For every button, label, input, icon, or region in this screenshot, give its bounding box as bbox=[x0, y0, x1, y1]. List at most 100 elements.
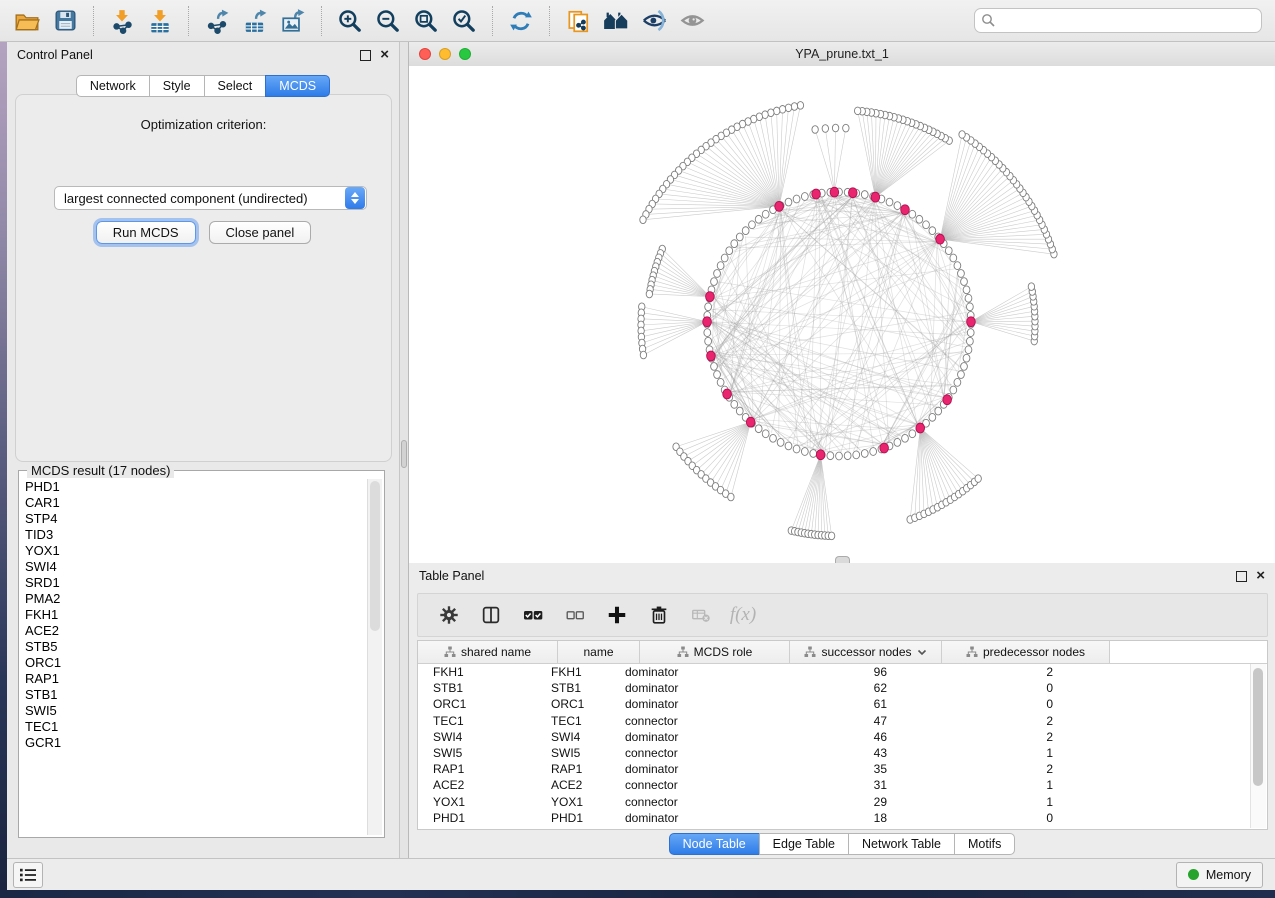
tab-style[interactable]: Style bbox=[149, 75, 205, 97]
mcds-list-scrollbar[interactable] bbox=[367, 479, 382, 835]
run-mcds-button[interactable]: Run MCDS bbox=[96, 221, 196, 244]
close-panel-button[interactable]: Close panel bbox=[209, 221, 312, 244]
zoom-fit-button[interactable] bbox=[407, 5, 445, 37]
tab-network-table[interactable]: Network Table bbox=[848, 833, 955, 855]
function-builder-button[interactable]: f(x) bbox=[730, 602, 756, 628]
select-all-button[interactable] bbox=[520, 602, 546, 628]
table-row[interactable]: STB1STB1dominator620 bbox=[418, 680, 1267, 696]
eye-icon bbox=[679, 7, 706, 34]
column-header-shared-name[interactable]: shared name bbox=[418, 641, 558, 663]
import-table-button[interactable] bbox=[141, 5, 179, 37]
table-cell: ORC1 bbox=[418, 697, 543, 711]
mcds-result-item[interactable]: TID3 bbox=[25, 527, 367, 543]
table-panel-title: Table Panel bbox=[419, 569, 484, 583]
float-panel-icon[interactable] bbox=[360, 50, 371, 61]
mcds-result-item[interactable]: STB1 bbox=[25, 687, 367, 703]
mcds-result-item[interactable]: TEC1 bbox=[25, 719, 367, 735]
mcds-result-item[interactable]: STB5 bbox=[25, 639, 367, 655]
add-column-button[interactable] bbox=[604, 602, 630, 628]
control-panel-title: Control Panel bbox=[17, 48, 93, 62]
mcds-result-item[interactable]: RAP1 bbox=[25, 671, 367, 687]
mcds-result-item[interactable]: FKH1 bbox=[25, 607, 367, 623]
table-row[interactable]: ORC1ORC1dominator610 bbox=[418, 696, 1267, 712]
table-cell: SWI5 bbox=[418, 746, 543, 760]
mcds-result-item[interactable]: SWI4 bbox=[25, 559, 367, 575]
import-network-button[interactable] bbox=[103, 5, 141, 37]
table-cell: 62 bbox=[759, 681, 899, 695]
table-row[interactable]: ACE2ACE2connector311 bbox=[418, 777, 1267, 793]
tab-edge-table[interactable]: Edge Table bbox=[759, 833, 849, 855]
show-all-button[interactable] bbox=[673, 5, 711, 37]
vertical-splitter[interactable] bbox=[400, 42, 408, 858]
tab-select[interactable]: Select bbox=[204, 75, 267, 97]
mcds-result-item[interactable]: PMA2 bbox=[25, 591, 367, 607]
network-canvas[interactable] bbox=[409, 66, 1275, 563]
network-window-titlebar[interactable]: YPA_prune.txt_1 bbox=[409, 42, 1275, 67]
optimization-criterion-value: largest connected component (undirected) bbox=[55, 191, 345, 206]
tab-network[interactable]: Network bbox=[76, 75, 150, 97]
mcds-result-list[interactable]: PHD1CAR1STP4TID3YOX1SWI4SRD1PMA2FKH1ACE2… bbox=[21, 479, 367, 835]
table-row[interactable]: SWI5SWI5connector431 bbox=[418, 745, 1267, 761]
new-network-from-selection-button[interactable] bbox=[559, 5, 597, 37]
tab-mcds[interactable]: MCDS bbox=[265, 75, 330, 97]
toolbar-separator bbox=[188, 6, 189, 36]
table-row[interactable]: YOX1YOX1connector291 bbox=[418, 794, 1267, 810]
horizontal-splitter[interactable] bbox=[835, 556, 850, 563]
memory-button[interactable]: Memory bbox=[1176, 862, 1263, 888]
tab-node-table[interactable]: Node Table bbox=[669, 833, 760, 855]
zoom-selected-button[interactable] bbox=[445, 5, 483, 37]
export-network-button[interactable] bbox=[198, 5, 236, 37]
refresh-button[interactable] bbox=[502, 5, 540, 37]
table-row[interactable]: FKH1FKH1dominator962 bbox=[418, 664, 1267, 680]
delete-column-button[interactable] bbox=[646, 602, 672, 628]
mcds-result-item[interactable]: GCR1 bbox=[25, 735, 367, 751]
table-cell: dominator bbox=[617, 681, 759, 695]
control-panel-titlebar: Control Panel × bbox=[7, 42, 399, 68]
table-row[interactable]: TEC1TEC1connector472 bbox=[418, 713, 1267, 729]
column-header-name[interactable]: name bbox=[558, 641, 640, 663]
save-floppy-icon bbox=[53, 8, 78, 33]
column-header-predecessor-nodes[interactable]: predecessor nodes bbox=[942, 641, 1110, 663]
table-row[interactable]: SWI4SWI4dominator462 bbox=[418, 729, 1267, 745]
table-cell: SWI4 bbox=[543, 730, 617, 744]
table-row[interactable]: PHD1PHD1dominator180 bbox=[418, 810, 1267, 826]
close-panel-icon[interactable]: × bbox=[1256, 571, 1265, 581]
mcds-result-item[interactable]: YOX1 bbox=[25, 543, 367, 559]
table-row[interactable]: RAP1RAP1dominator352 bbox=[418, 761, 1267, 777]
column-header-successor-nodes[interactable]: successor nodes bbox=[790, 641, 942, 663]
tab-motifs[interactable]: Motifs bbox=[954, 833, 1015, 855]
save-session-button[interactable] bbox=[46, 5, 84, 37]
mcds-result-item[interactable]: CAR1 bbox=[25, 495, 367, 511]
close-panel-icon[interactable]: × bbox=[380, 50, 389, 60]
search-input[interactable] bbox=[974, 8, 1262, 33]
table-scrollbar[interactable] bbox=[1250, 664, 1266, 828]
select-stepper-icon bbox=[345, 187, 365, 209]
optimization-criterion-select[interactable]: largest connected component (undirected) bbox=[54, 186, 367, 210]
deselect-all-button[interactable] bbox=[562, 602, 588, 628]
export-image-button[interactable] bbox=[274, 5, 312, 37]
zoom-out-button[interactable] bbox=[369, 5, 407, 37]
mcds-result-item[interactable]: ACE2 bbox=[25, 623, 367, 639]
column-header-mcds-role[interactable]: MCDS role bbox=[640, 641, 790, 663]
split-columns-button[interactable] bbox=[478, 602, 504, 628]
hide-selected-button[interactable] bbox=[635, 5, 673, 37]
table-settings-button[interactable] bbox=[436, 602, 462, 628]
table-cell: connector bbox=[617, 714, 759, 728]
delete-table-button[interactable] bbox=[688, 602, 714, 628]
splitter-handle[interactable] bbox=[401, 440, 407, 468]
mcds-result-item[interactable]: SRD1 bbox=[25, 575, 367, 591]
first-neighbors-button[interactable] bbox=[597, 5, 635, 37]
mcds-result-item[interactable]: SWI5 bbox=[25, 703, 367, 719]
delete-table-icon bbox=[690, 604, 712, 626]
zoom-fit-icon bbox=[413, 8, 439, 34]
export-table-button[interactable] bbox=[236, 5, 274, 37]
eye-slash-icon bbox=[641, 7, 668, 34]
zoom-in-button[interactable] bbox=[331, 5, 369, 37]
float-panel-icon[interactable] bbox=[1236, 571, 1247, 582]
mcds-result-item[interactable]: STP4 bbox=[25, 511, 367, 527]
mcds-result-item[interactable]: PHD1 bbox=[25, 479, 367, 495]
open-session-button[interactable] bbox=[8, 5, 46, 37]
table-cell: YOX1 bbox=[543, 795, 617, 809]
show-console-button[interactable] bbox=[13, 862, 43, 888]
mcds-result-item[interactable]: ORC1 bbox=[25, 655, 367, 671]
